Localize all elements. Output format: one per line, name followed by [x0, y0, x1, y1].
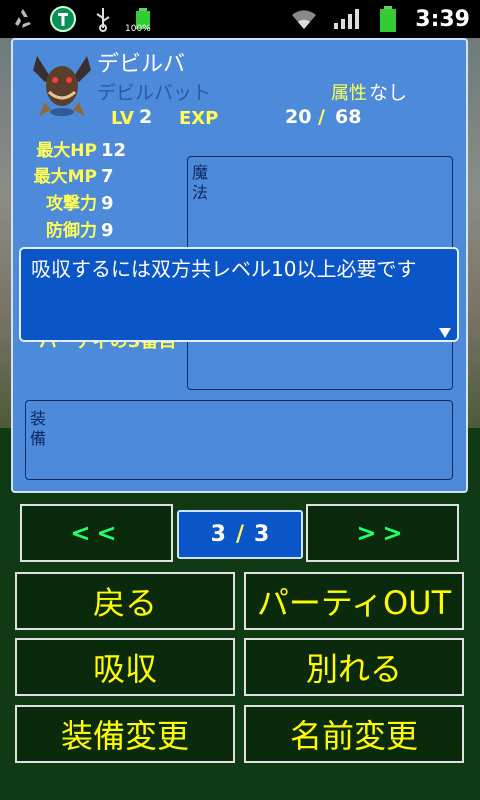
stat-value: 9: [101, 193, 114, 214]
clock: 3:39: [415, 6, 470, 32]
stat-label: 最大HP: [36, 141, 97, 161]
equipment-box: 装備: [25, 400, 453, 480]
battery-icon: [373, 4, 403, 34]
next-page-label: >>: [356, 519, 409, 547]
exp-current: 20: [285, 106, 312, 128]
party-out-button[interactable]: パーティOUT: [244, 572, 464, 630]
status-bar: 100% 3:39: [0, 0, 480, 38]
prev-page-label: <<: [70, 519, 123, 547]
level-label: LV: [111, 108, 134, 129]
wifi-icon: [289, 4, 319, 34]
signal-icon: [331, 4, 361, 34]
dialog-message: 吸収するには双方共レベル10以上必要です: [31, 257, 417, 281]
exp-separator: /: [318, 106, 325, 128]
exp-label: EXP: [179, 108, 219, 129]
shield-icon: [48, 4, 78, 34]
stat-label: 攻撃力: [46, 194, 97, 214]
status-bar-right: 3:39: [289, 4, 470, 34]
stat-defense: 防御力 9: [27, 216, 114, 241]
equipment-label: 装備: [30, 409, 47, 448]
exp-max: 68: [335, 106, 362, 128]
devil-bat-monster-icon: [31, 52, 93, 118]
monster-name: デビルバ: [97, 52, 186, 77]
stat-attack: 攻撃力 9: [27, 189, 114, 214]
stat-max-mp: 最大MP 7: [27, 162, 114, 187]
monster-species: デビルバット: [97, 82, 212, 104]
absorb-button[interactable]: 吸収: [15, 638, 235, 696]
back-button[interactable]: 戻る: [15, 572, 235, 630]
prev-page-button[interactable]: <<: [20, 504, 173, 562]
stat-label: 最大MP: [33, 167, 97, 187]
continue-arrow-icon: [439, 328, 451, 338]
attribute-label: 属性: [331, 83, 367, 104]
stat-value: 7: [101, 166, 114, 187]
level-value: 2: [139, 106, 153, 128]
recycle-icon: [8, 4, 38, 34]
page-current: 3: [210, 522, 226, 547]
stat-max-hp: 最大HP 12: [27, 136, 126, 161]
battery-small-label: 100%: [125, 24, 151, 34]
separate-button[interactable]: 別れる: [244, 638, 464, 696]
usb-icon: [88, 4, 118, 34]
change-name-button[interactable]: 名前変更: [244, 705, 464, 763]
attribute-value: なし: [369, 82, 408, 104]
page-separator: /: [235, 522, 245, 547]
stat-value: 9: [101, 220, 114, 241]
stat-label: 防御力: [46, 221, 97, 241]
next-page-button[interactable]: >>: [306, 504, 459, 562]
change-equipment-button[interactable]: 装備変更: [15, 705, 235, 763]
magic-label: 魔法: [192, 163, 209, 202]
page-indicator: 3 / 3: [177, 510, 303, 559]
page-total: 3: [254, 522, 270, 547]
message-dialog[interactable]: 吸収するには双方共レベル10以上必要です: [19, 247, 459, 342]
stat-value: 12: [101, 140, 127, 161]
